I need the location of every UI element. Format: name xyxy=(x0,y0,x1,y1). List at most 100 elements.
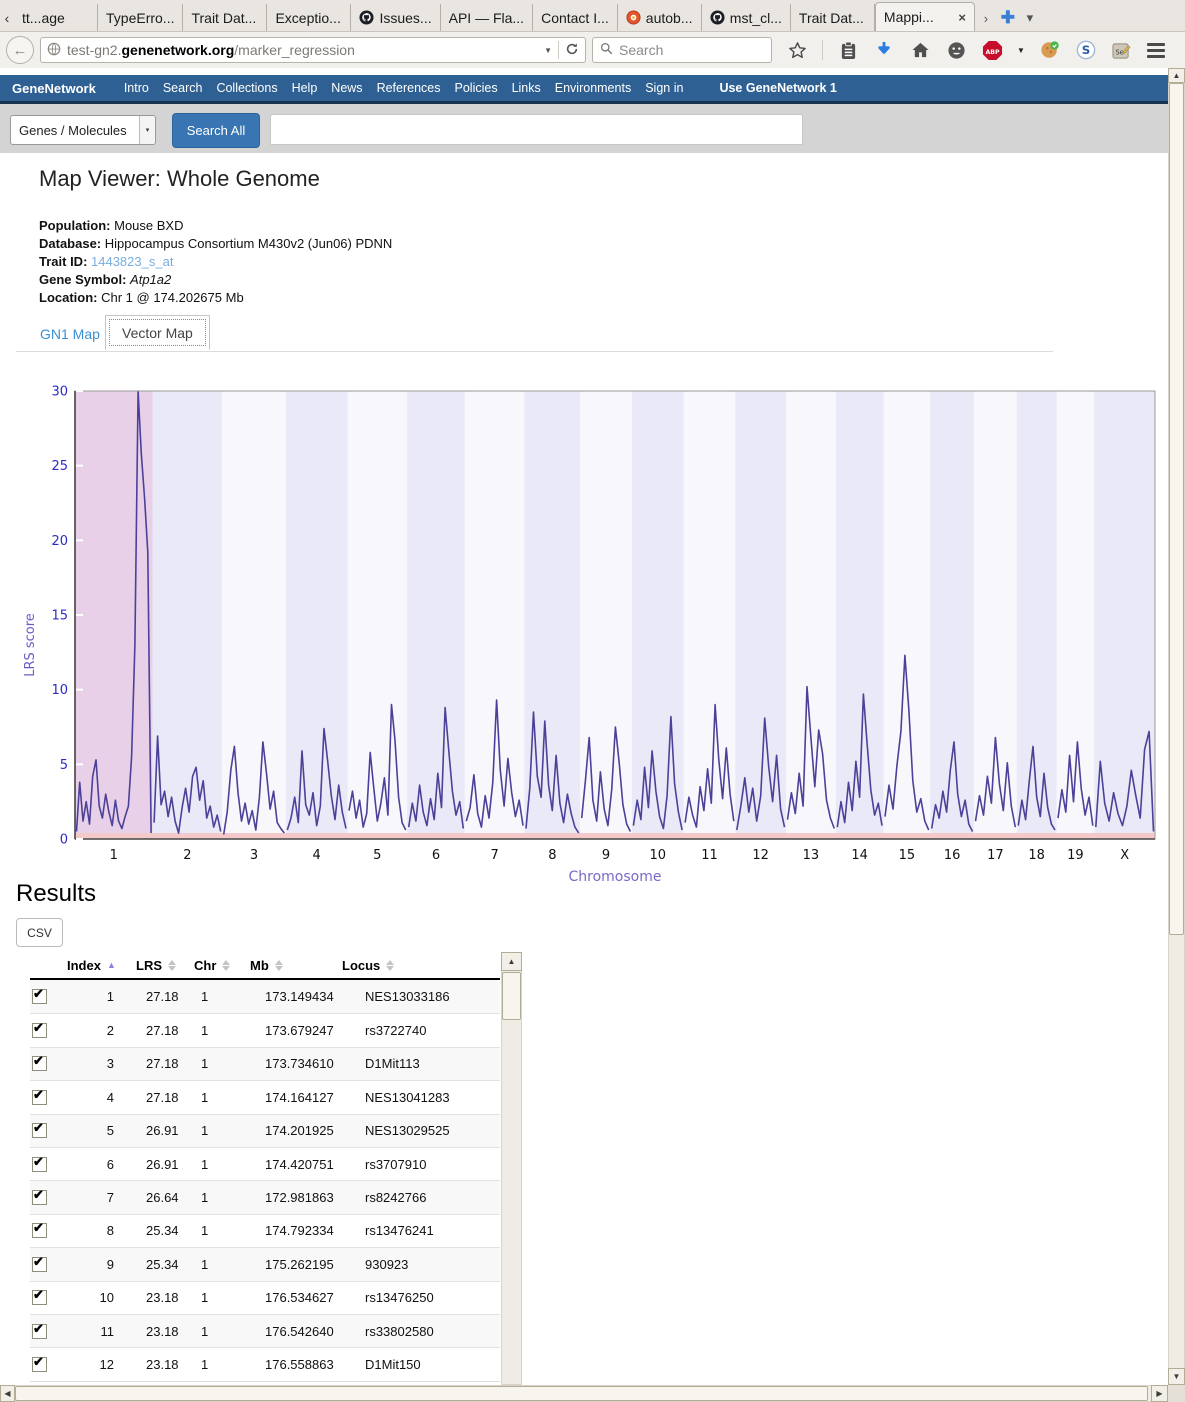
browser-tab[interactable]: mst_cl... xyxy=(702,4,791,31)
meta-value: Atp1a2 xyxy=(130,272,171,287)
page-content: GeneNetwork Intro Search Collections Help Ne… xyxy=(0,68,1168,1385)
url-bar[interactable]: test-gn2.genenetwork.org/marker_regressi… xyxy=(40,37,586,63)
downloads-icon[interactable] xyxy=(873,39,895,61)
browser-tab[interactable]: autob... xyxy=(618,4,702,31)
cell-index: 7 xyxy=(60,1190,136,1205)
tab-list-dropdown-icon[interactable]: ▾ xyxy=(1019,5,1041,31)
row-checkbox[interactable] xyxy=(32,989,47,1004)
scroll-up-icon[interactable]: ▲ xyxy=(1168,68,1185,83)
row-checkbox[interactable] xyxy=(32,1123,47,1138)
nav-link-help[interactable]: Help xyxy=(292,81,318,95)
session-manager-icon[interactable]: S xyxy=(1075,39,1097,61)
search-all-button[interactable]: Search All xyxy=(172,113,260,148)
tab-vector-map[interactable]: Vector Map xyxy=(105,315,210,350)
back-button[interactable]: ← xyxy=(6,36,34,64)
cell-chr: 1 xyxy=(194,989,250,1004)
tab-title: Trait Dat... xyxy=(799,10,864,26)
column-header-mb[interactable]: Mb xyxy=(250,958,342,973)
site-search-input[interactable] xyxy=(270,114,803,145)
meta-row: Population: Mouse BXD xyxy=(39,217,392,235)
reload-icon[interactable] xyxy=(565,42,579,59)
tab-close-icon[interactable]: × xyxy=(958,10,966,25)
url-dropdown-icon[interactable]: ▼ xyxy=(544,46,552,55)
browser-toolbar: ← test-gn2.genenetwork.org/marker_regres… xyxy=(0,32,1185,68)
meta-row: Gene Symbol: Atp1a2 xyxy=(39,271,392,289)
vertical-scrollbar-thumb[interactable] xyxy=(1169,83,1184,935)
menu-hamburger-icon[interactable] xyxy=(1147,43,1165,58)
browser-tab[interactable]: tt...age xyxy=(14,4,98,31)
horizontal-scrollbar-thumb[interactable] xyxy=(15,1386,1148,1401)
row-checkbox[interactable] xyxy=(32,1257,47,1272)
column-header-index[interactable]: Index▲ xyxy=(60,958,136,973)
browser-tab[interactable]: Exceptio... xyxy=(267,4,351,31)
sort-icon[interactable] xyxy=(222,960,230,971)
cookie-addon-icon[interactable] xyxy=(1039,39,1061,61)
selenium-ide-icon[interactable]: Se xyxy=(1111,39,1133,61)
tab-scroll-right-icon[interactable]: › xyxy=(975,5,997,31)
row-checkbox[interactable] xyxy=(32,1090,47,1105)
scroll-left-icon[interactable]: ◀ xyxy=(0,1385,15,1402)
cell-lrs: 26.91 xyxy=(136,1157,194,1172)
feedback-smiley-icon[interactable] xyxy=(945,39,967,61)
column-header-lrs[interactable]: LRS xyxy=(136,958,194,973)
table-scrollbar-thumb[interactable] xyxy=(502,972,521,1020)
bookmark-star-icon[interactable] xyxy=(786,39,808,61)
nav-link-intro[interactable]: Intro xyxy=(124,81,149,95)
sort-icon[interactable] xyxy=(168,960,176,971)
adblock-dropdown-icon[interactable]: ▼ xyxy=(1017,46,1025,55)
browser-tab[interactable]: Issues... xyxy=(351,4,440,31)
scroll-right-icon[interactable]: ▶ xyxy=(1151,1385,1168,1402)
table-row: 1023.181176.534627rs13476250 xyxy=(30,1281,500,1314)
browser-tab[interactable]: TypeErro... xyxy=(98,4,183,31)
sort-icon[interactable] xyxy=(386,960,394,971)
bookmarks-clipboard-icon[interactable] xyxy=(837,39,859,61)
nav-link-environments[interactable]: Environments xyxy=(555,81,631,95)
nav-link-search[interactable]: Search xyxy=(163,81,203,95)
row-checkbox[interactable] xyxy=(32,1157,47,1172)
sort-icon[interactable] xyxy=(275,960,283,971)
browser-tab-active[interactable]: Mappi...× xyxy=(875,2,975,31)
row-checkbox[interactable] xyxy=(32,1324,47,1339)
nav-link-sign-in[interactable]: Sign in xyxy=(645,81,683,95)
scroll-down-icon[interactable]: ▼ xyxy=(1168,1368,1185,1385)
column-header-chr[interactable]: Chr xyxy=(194,958,250,973)
browser-tab[interactable]: Trait Dat... xyxy=(183,4,267,31)
row-checkbox[interactable] xyxy=(32,1056,47,1071)
genenetwork-brand[interactable]: GeneNetwork xyxy=(12,81,96,96)
cell-mb: 176.558863 xyxy=(250,1357,342,1372)
browser-tab[interactable]: Trait Dat... xyxy=(791,4,875,31)
x-tick-label: 4 xyxy=(313,848,321,863)
tab-gn1-map[interactable]: GN1 Map xyxy=(40,326,100,342)
nav-link-policies[interactable]: Policies xyxy=(455,81,498,95)
home-icon[interactable] xyxy=(909,39,931,61)
nav-link-news[interactable]: News xyxy=(331,81,362,95)
table-row: 1123.181176.542640rs33802580 xyxy=(30,1314,500,1347)
browser-tab[interactable]: API — Fla... xyxy=(441,4,533,31)
row-checkbox[interactable] xyxy=(32,1023,47,1038)
search-category-dropdown[interactable]: Genes / Molecules ▾ xyxy=(10,115,156,145)
sort-ascending-icon[interactable]: ▲ xyxy=(107,960,116,970)
window-vertical-scrollbar[interactable]: ▲ ▼ xyxy=(1168,68,1185,1385)
window-horizontal-scrollbar[interactable]: ◀ ▶ xyxy=(0,1385,1168,1402)
nav-link-links[interactable]: Links xyxy=(512,81,541,95)
row-checkbox[interactable] xyxy=(32,1190,47,1205)
row-checkbox[interactable] xyxy=(32,1223,47,1238)
column-header-locus[interactable]: Locus xyxy=(342,958,492,973)
nav-link-collections[interactable]: Collections xyxy=(216,81,277,95)
cell-mb: 174.420751 xyxy=(250,1157,342,1172)
table-scroll-up-icon[interactable]: ▲ xyxy=(501,952,522,971)
row-checkbox[interactable] xyxy=(32,1290,47,1305)
new-tab-button[interactable]: ✚ xyxy=(997,5,1019,31)
tab-title: autob... xyxy=(646,10,693,26)
browser-search-box[interactable]: Search xyxy=(592,37,772,63)
use-genenetwork1-link[interactable]: Use GeneNetwork 1 xyxy=(719,81,836,95)
tab-scroll-left-icon[interactable]: ‹ xyxy=(0,5,14,31)
adblock-plus-icon[interactable]: ABP xyxy=(981,39,1003,61)
nav-link-references[interactable]: References xyxy=(377,81,441,95)
trait-id-link[interactable]: 1443823_s_at xyxy=(91,254,173,269)
cell-locus: rs3707910 xyxy=(342,1157,492,1172)
table-scrollbar[interactable]: ▲ xyxy=(501,952,522,1385)
csv-export-button[interactable]: CSV xyxy=(16,918,63,947)
browser-tab[interactable]: Contact I... xyxy=(533,4,618,31)
row-checkbox[interactable] xyxy=(32,1357,47,1372)
